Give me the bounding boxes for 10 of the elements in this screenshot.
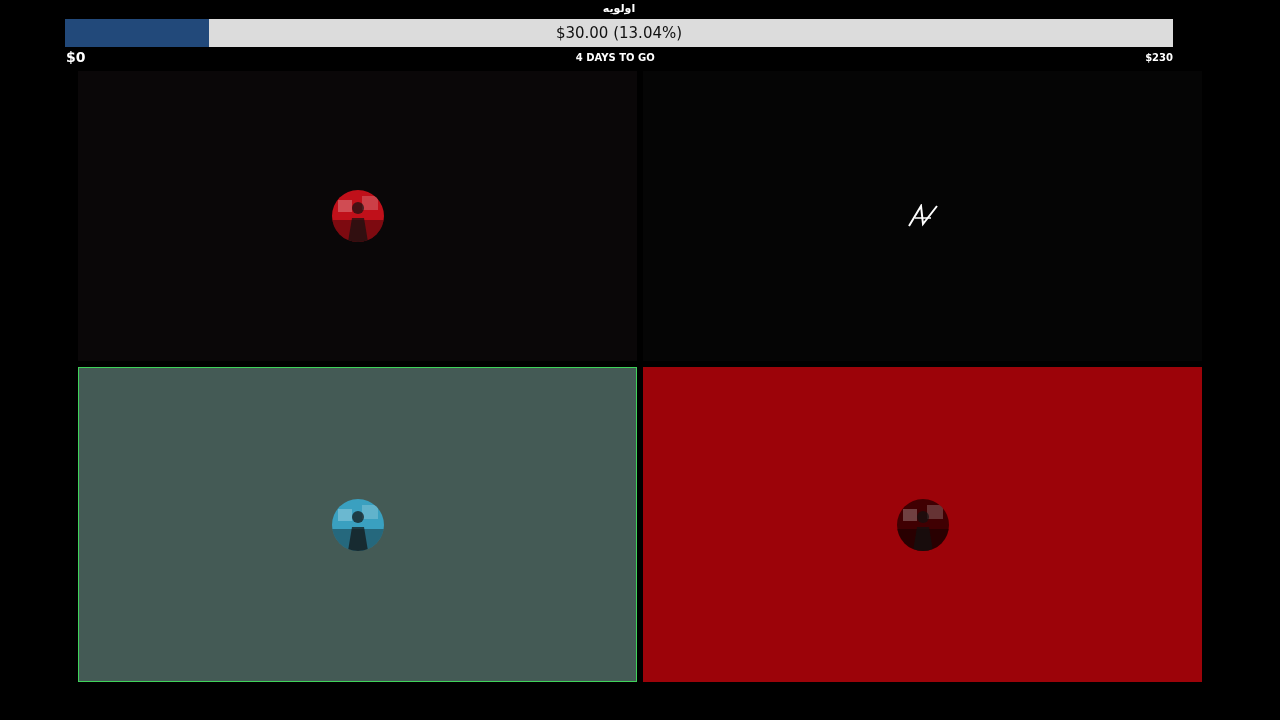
goal-title: اولویه — [602, 1, 636, 18]
participant-tile[interactable] — [643, 71, 1202, 361]
participant-tile[interactable] — [643, 367, 1202, 682]
participant-tile[interactable] — [78, 71, 637, 361]
progress-amount: $30.00 (13.04%) — [555, 22, 683, 44]
zigzag-logo-icon — [906, 204, 939, 228]
goal-min: $0 — [66, 47, 86, 67]
participant-tile[interactable] — [78, 367, 637, 682]
time-remaining: 4 DAYS TO GO — [575, 50, 655, 65]
goal-max: $230 — [1145, 50, 1173, 65]
